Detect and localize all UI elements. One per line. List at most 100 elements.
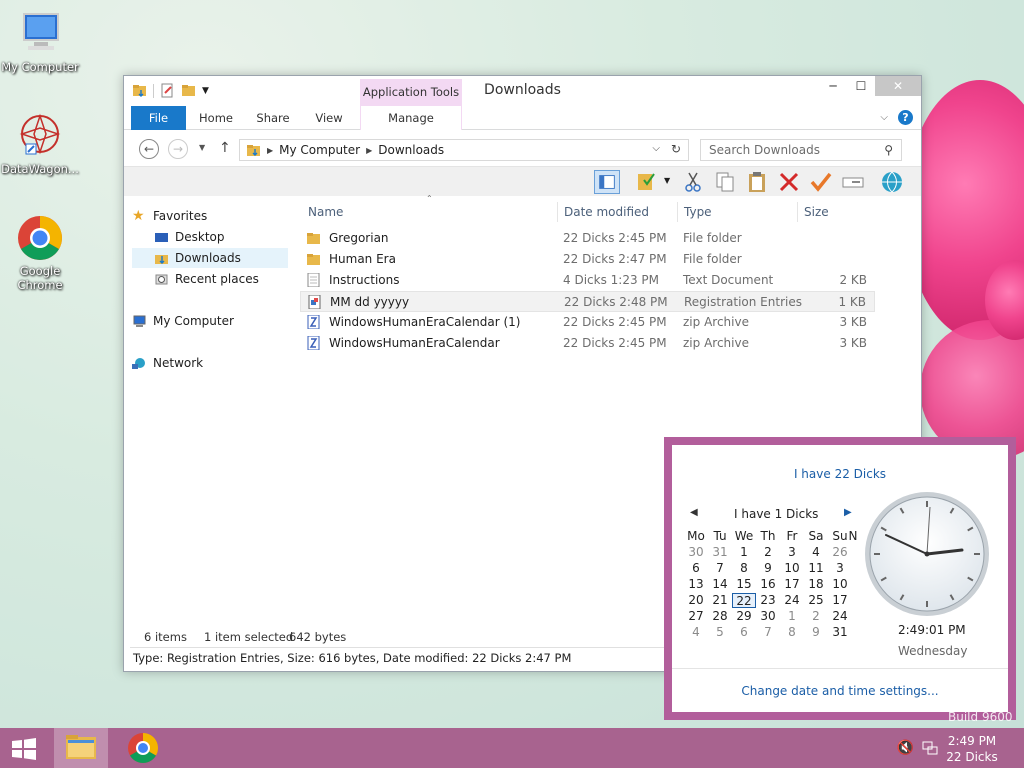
globe-icon[interactable] bbox=[879, 170, 905, 194]
nav-item-network[interactable]: Network bbox=[132, 353, 288, 373]
column-header-type[interactable]: Type bbox=[677, 202, 797, 222]
nav-item-favorites[interactable]: ★ Favorites bbox=[132, 206, 288, 226]
search-input[interactable]: Search Downloads ⚲ bbox=[700, 139, 902, 161]
file-row-mm-dd-yyyyy[interactable]: MM dd yyyyy 22 Dicks 2:48 PM Registratio… bbox=[300, 291, 875, 312]
calendar-day[interactable]: 8 bbox=[732, 561, 756, 576]
calendar-day[interactable]: 6 bbox=[684, 561, 708, 576]
calendar-day[interactable]: 18 bbox=[804, 577, 828, 592]
tab-home[interactable]: Home bbox=[192, 106, 240, 130]
calendar-day[interactable]: 9 bbox=[756, 561, 780, 576]
address-dropdown-icon[interactable]: ⌵ bbox=[652, 143, 660, 154]
calendar-day[interactable]: 10 bbox=[780, 561, 804, 576]
maximize-icon[interactable]: ☐ bbox=[847, 76, 875, 96]
taskbar-google-chrome[interactable] bbox=[116, 728, 170, 768]
calendar-day[interactable]: 30 bbox=[756, 609, 780, 624]
calendar-day[interactable]: 3 bbox=[780, 545, 804, 560]
column-header-size[interactable]: Size bbox=[797, 202, 877, 222]
delete-icon[interactable] bbox=[776, 170, 802, 194]
desktop-icon-my-computer[interactable]: My Computer bbox=[0, 10, 80, 74]
calendar-day[interactable]: 7 bbox=[708, 561, 732, 576]
desktop-icon-datawagon[interactable]: DataWagon... bbox=[0, 112, 80, 176]
volume-muted-icon[interactable]: 🔇 bbox=[897, 740, 914, 756]
nav-item-downloads[interactable]: Downloads bbox=[132, 248, 288, 268]
recent-locations-icon[interactable]: ▼ bbox=[199, 143, 205, 152]
calendar-day[interactable]: 1 bbox=[732, 545, 756, 560]
expand-ribbon-icon[interactable]: ⌵ bbox=[880, 112, 888, 123]
tab-manage[interactable]: Manage bbox=[360, 106, 462, 130]
taskbar-clock[interactable]: 2:49 PM 22 Dicks bbox=[942, 733, 1002, 765]
calendar-month-label[interactable]: I have 1 Dicks bbox=[734, 507, 824, 521]
properties-dropdown-icon[interactable]: ▼ bbox=[664, 176, 670, 185]
desktop-icon-google-chrome[interactable]: Google Chrome bbox=[0, 214, 80, 292]
calendar-day[interactable]: 8 bbox=[780, 625, 804, 640]
calendar-day[interactable]: 16 bbox=[756, 577, 780, 592]
checkmark-icon[interactable] bbox=[808, 170, 834, 194]
cut-icon[interactable] bbox=[680, 170, 706, 194]
nav-item-desktop[interactable]: Desktop bbox=[132, 227, 288, 247]
column-header-name[interactable]: Name bbox=[302, 202, 557, 222]
calendar-day[interactable]: 20 bbox=[684, 593, 708, 608]
calendar-day[interactable]: 9 bbox=[804, 625, 828, 640]
breadcrumb-downloads[interactable]: Downloads bbox=[378, 143, 444, 157]
file-row-gregorian[interactable]: Gregorian 22 Dicks 2:45 PM File folder bbox=[300, 228, 875, 249]
tab-view[interactable]: View bbox=[304, 106, 354, 130]
file-row-windowshumaneracalendar-1[interactable]: WindowsHumanEraCalendar (1) 22 Dicks 2:4… bbox=[300, 312, 875, 333]
calendar-day[interactable]: 15 bbox=[732, 577, 756, 592]
paste-icon[interactable] bbox=[744, 170, 770, 194]
calendar-day[interactable]: 23 bbox=[756, 593, 780, 608]
calendar-day-today[interactable]: 22 bbox=[732, 593, 756, 608]
refresh-icon[interactable]: ↻ bbox=[671, 142, 681, 156]
calendar-day[interactable]: 17 bbox=[828, 593, 852, 608]
calendar-day[interactable]: 3 bbox=[828, 561, 852, 576]
breadcrumb-my-computer[interactable]: My Computer bbox=[279, 143, 360, 157]
copy-icon[interactable] bbox=[712, 170, 738, 194]
calendar-day[interactable]: 31 bbox=[708, 545, 732, 560]
calendar-day[interactable]: 25 bbox=[804, 593, 828, 608]
nav-item-my-computer[interactable]: My Computer bbox=[132, 311, 288, 331]
tab-share[interactable]: Share bbox=[248, 106, 298, 130]
change-date-time-settings-link[interactable]: Change date and time settings... bbox=[672, 668, 1008, 712]
breadcrumb-separator-icon[interactable]: ▶ bbox=[267, 146, 273, 155]
properties-icon[interactable] bbox=[634, 170, 660, 194]
calendar-day[interactable]: 21 bbox=[708, 593, 732, 608]
nav-item-recent-places[interactable]: Recent places bbox=[132, 269, 288, 289]
file-row-human-era[interactable]: Human Era 22 Dicks 2:47 PM File folder bbox=[300, 249, 875, 270]
network-icon[interactable] bbox=[922, 740, 938, 756]
file-row-instructions[interactable]: Instructions 4 Dicks 1:23 PM Text Docume… bbox=[300, 270, 875, 291]
calendar-day[interactable]: 4 bbox=[684, 625, 708, 640]
calendar-day[interactable]: 26 bbox=[828, 545, 852, 560]
file-row-windowshumaneracalendar[interactable]: WindowsHumanEraCalendar 22 Dicks 2:45 PM… bbox=[300, 333, 875, 354]
calendar-day[interactable]: 13 bbox=[684, 577, 708, 592]
calendar-day[interactable]: 6 bbox=[732, 625, 756, 640]
calendar-day[interactable]: 5 bbox=[708, 625, 732, 640]
calendar-day[interactable]: 14 bbox=[708, 577, 732, 592]
next-month-icon[interactable]: ▶ bbox=[844, 507, 852, 518]
forward-button[interactable]: → bbox=[168, 139, 188, 159]
calendar-day[interactable]: 30 bbox=[684, 545, 708, 560]
calendar-day[interactable]: 2 bbox=[756, 545, 780, 560]
breadcrumb-separator-icon[interactable]: ▶ bbox=[366, 146, 372, 155]
calendar-day[interactable]: 1 bbox=[780, 609, 804, 624]
calendar-day[interactable]: 28 bbox=[708, 609, 732, 624]
minimize-icon[interactable]: ─ bbox=[819, 76, 847, 96]
calendar-day[interactable]: 10 bbox=[828, 577, 852, 592]
preview-pane-icon[interactable] bbox=[594, 170, 620, 194]
up-button[interactable]: ↑ bbox=[219, 140, 231, 156]
taskbar-file-explorer[interactable] bbox=[54, 728, 108, 768]
calendar-day[interactable]: 24 bbox=[828, 609, 852, 624]
rename-icon[interactable] bbox=[840, 170, 866, 194]
calendar-day[interactable]: 29 bbox=[732, 609, 756, 624]
calendar-day[interactable]: 31 bbox=[828, 625, 852, 640]
back-button[interactable]: ← bbox=[139, 139, 159, 159]
previous-month-icon[interactable]: ◀ bbox=[690, 507, 698, 518]
address-bar[interactable]: ▶ My Computer ▶ Downloads ⌵ ↻ bbox=[239, 139, 689, 161]
calendar-day[interactable]: 24 bbox=[780, 593, 804, 608]
flyout-date-header[interactable]: I have 22 Dicks bbox=[672, 467, 1008, 481]
column-header-date-modified[interactable]: Date modified bbox=[557, 202, 677, 222]
close-icon[interactable]: ✕ bbox=[875, 76, 921, 96]
tab-file[interactable]: File bbox=[131, 106, 186, 130]
calendar-day[interactable]: 4 bbox=[804, 545, 828, 560]
calendar-day[interactable]: 17 bbox=[780, 577, 804, 592]
calendar-day[interactable]: 11 bbox=[804, 561, 828, 576]
calendar-day[interactable]: 7 bbox=[756, 625, 780, 640]
